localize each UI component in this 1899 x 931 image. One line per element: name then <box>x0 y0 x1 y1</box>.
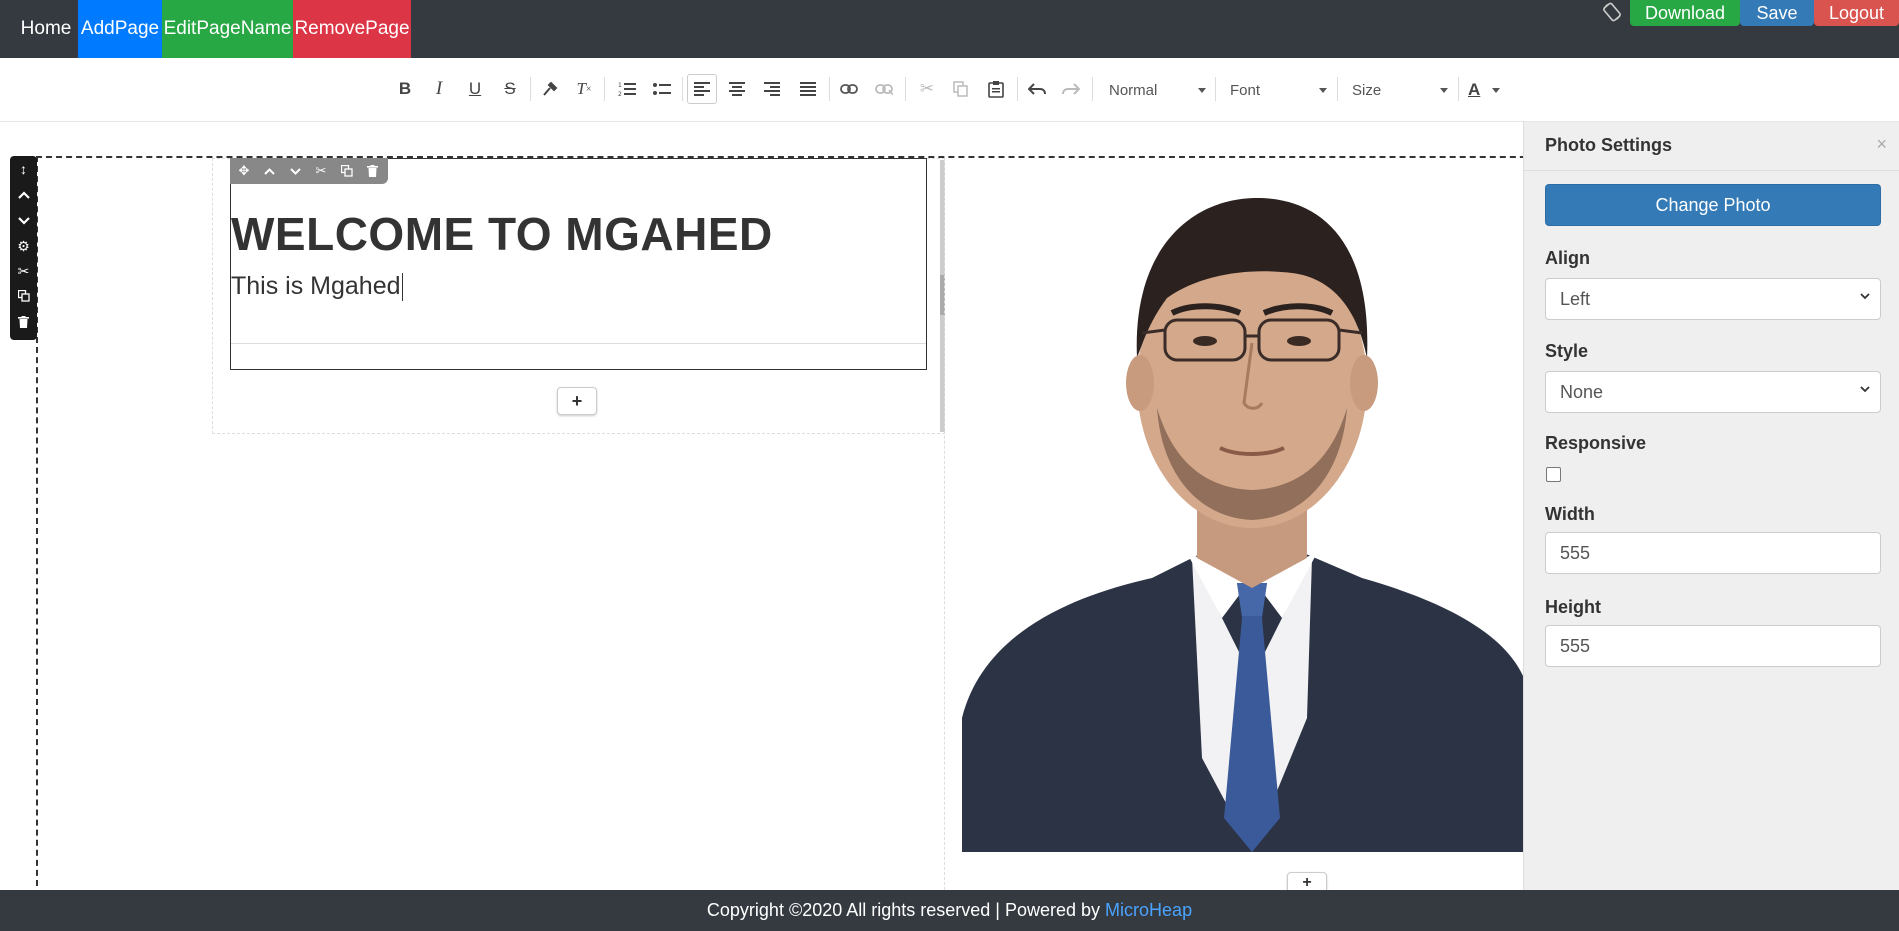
bullet-list-icon[interactable] <box>647 74 677 104</box>
rotate-device-icon[interactable] <box>1601 1 1623 23</box>
module-move-icon[interactable]: ✥ <box>232 160 256 182</box>
align-left-icon[interactable] <box>687 74 717 104</box>
paste-icon[interactable] <box>981 74 1011 104</box>
row-settings-icon[interactable]: ⚙ <box>10 235 37 257</box>
toolbar-separator <box>1092 77 1093 101</box>
row-move-down-icon[interactable] <box>10 210 37 232</box>
column-divider <box>944 160 945 895</box>
align-value: Left <box>1560 288 1591 309</box>
paragraph-format-select[interactable]: Normal <box>1109 76 1206 104</box>
height-label: Height <box>1545 597 1601 617</box>
toolbar-separator <box>1017 77 1018 101</box>
font-family-select[interactable]: Font <box>1230 76 1327 104</box>
link-icon[interactable] <box>834 74 864 104</box>
module-down-icon[interactable] <box>283 160 307 182</box>
justify-icon[interactable] <box>793 74 823 104</box>
row-delete-icon[interactable] <box>10 311 37 333</box>
close-icon[interactable]: × <box>1876 134 1887 155</box>
download-button[interactable]: Download <box>1630 0 1740 26</box>
width-label: Width <box>1545 504 1595 524</box>
toolbar-separator <box>682 77 683 101</box>
strike-icon[interactable]: S <box>495 74 525 104</box>
page-heading[interactable]: WELCOME TO MGAHED <box>231 207 773 261</box>
chevron-down-icon <box>1860 293 1870 300</box>
unlink-icon[interactable] <box>869 74 899 104</box>
nav-home-link[interactable]: Home <box>14 0 78 58</box>
module-tools: ✥ ✂ <box>230 158 388 184</box>
profile-photo[interactable] <box>962 158 1524 852</box>
save-button[interactable]: Save <box>1740 0 1814 26</box>
photo-settings-panel: Photo Settings × Change Photo Align Left… <box>1523 122 1899 890</box>
underline-icon[interactable]: U <box>460 74 490 104</box>
align-label: Align <box>1545 248 1590 268</box>
chevron-down-icon <box>1440 88 1448 93</box>
module-up-icon[interactable] <box>257 160 281 182</box>
width-input[interactable]: 555 <box>1545 532 1881 574</box>
responsive-label: Responsive <box>1545 433 1647 453</box>
module-duplicate-icon[interactable] <box>335 160 359 182</box>
clear-format-icon[interactable]: T × <box>569 74 599 104</box>
footer-brand-link[interactable]: MicroHeap <box>1105 900 1192 921</box>
responsive-checkbox[interactable] <box>1546 467 1561 482</box>
svg-text:1: 1 <box>618 82 622 89</box>
row-tools-bar: ↕ ⚙ ✂ <box>10 156 37 340</box>
module-delete-icon[interactable] <box>360 160 384 182</box>
module-cut-icon[interactable]: ✂ <box>309 160 333 182</box>
bold-icon[interactable]: B <box>390 74 420 104</box>
text-cursor <box>401 273 403 302</box>
style-value: None <box>1560 381 1604 402</box>
format-painter-icon[interactable] <box>535 74 565 104</box>
svg-text:2: 2 <box>618 91 622 97</box>
footer: Copyright ©2020 All rights reserved | Po… <box>0 890 1899 931</box>
height-input[interactable]: 555 <box>1545 625 1881 667</box>
nav-remove-page-button[interactable]: RemovePage <box>293 0 411 58</box>
style-label: Style <box>1545 341 1589 361</box>
text-module[interactable] <box>230 158 927 370</box>
row-duplicate-icon[interactable] <box>10 285 37 307</box>
text-color-button[interactable]: A <box>1468 76 1500 104</box>
footer-copyright: Copyright ©2020 All rights reserved | Po… <box>706 900 1101 920</box>
font-size-value: Size <box>1352 81 1382 99</box>
toolbar-separator <box>905 77 906 101</box>
chevron-down-icon <box>1319 88 1327 93</box>
align-select[interactable]: Left <box>1545 278 1881 320</box>
align-center-icon[interactable] <box>722 74 752 104</box>
chevron-down-icon <box>1198 88 1206 93</box>
toolbar-separator <box>604 77 605 101</box>
undo-icon[interactable] <box>1022 74 1052 104</box>
toolbar-separator <box>1215 77 1216 101</box>
nav-edit-page-name-button[interactable]: EditPageName <box>162 0 293 58</box>
change-photo-button[interactable]: Change Photo <box>1545 184 1881 226</box>
toolbar-separator <box>1458 77 1459 101</box>
paragraph-text: This is Mgahed <box>231 272 401 300</box>
row-cut-icon[interactable]: ✂ <box>10 260 37 282</box>
panel-divider <box>1524 170 1899 171</box>
align-right-icon[interactable] <box>757 74 787 104</box>
font-size-select[interactable]: Size <box>1352 76 1448 104</box>
page-paragraph[interactable]: This is Mgahed <box>231 272 403 302</box>
style-select[interactable]: None <box>1545 371 1881 413</box>
copy-icon[interactable] <box>946 74 976 104</box>
cut-icon[interactable]: ✂ <box>912 74 942 104</box>
italic-icon[interactable]: I <box>424 74 454 104</box>
panel-title: Photo Settings <box>1545 135 1672 155</box>
font-family-value: Font <box>1230 81 1261 99</box>
editor-toolbar: B I U S T × 12 ✂ Normal Font Size A <box>0 58 1899 122</box>
toolbar-separator <box>829 77 830 101</box>
chevron-down-icon <box>1860 386 1870 393</box>
nav-add-page-button[interactable]: AddPage <box>78 0 162 58</box>
chevron-down-icon <box>1492 88 1500 93</box>
row-drag-icon[interactable]: ↕ <box>10 158 37 180</box>
text-color-icon: A <box>1468 80 1481 99</box>
top-navbar: Home AddPage EditPageName RemovePage Dow… <box>0 0 1899 58</box>
redo-icon[interactable] <box>1056 74 1086 104</box>
ordered-list-icon[interactable]: 12 <box>612 74 642 104</box>
toolbar-separator <box>1337 77 1338 101</box>
add-module-button[interactable]: + <box>557 387 597 415</box>
toolbar-separator <box>530 77 531 101</box>
row-move-up-icon[interactable] <box>10 184 37 206</box>
paragraph-format-value: Normal <box>1109 81 1158 99</box>
logout-button[interactable]: Logout <box>1814 0 1899 26</box>
